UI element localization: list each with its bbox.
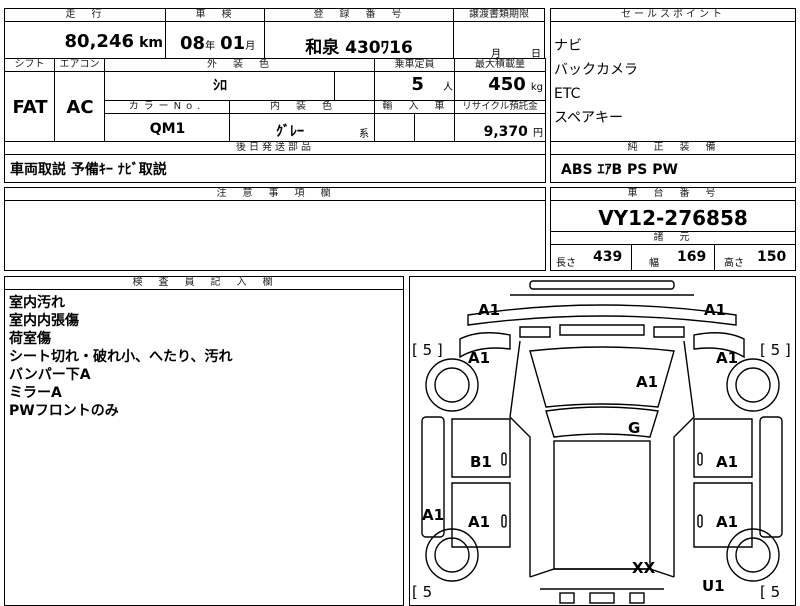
inspection-header: 車 検 bbox=[166, 9, 264, 22]
oem-equipment-box: 純 正 装 備 ABS ｴｱB PS PW bbox=[550, 141, 796, 183]
sales-point-item: バックカメラ bbox=[554, 62, 638, 78]
inspection-box: 車 検 08年 01月 bbox=[165, 8, 265, 59]
interior-color-value: ｸﾞﾚｰ bbox=[276, 124, 304, 140]
inspection-value: 08年 01月 bbox=[180, 33, 255, 54]
inspector-note: 室内汚れ bbox=[9, 295, 65, 311]
spec-length: 439 bbox=[593, 249, 623, 265]
mileage-number: 80,246 bbox=[64, 31, 134, 52]
max-load-number: 450 bbox=[488, 74, 526, 95]
mark-hood: A1 bbox=[636, 373, 659, 391]
mileage-box: 走 行 80,246 km bbox=[4, 8, 166, 59]
mark-fender-right: A1 bbox=[716, 349, 739, 367]
spec-width-label: 幅 bbox=[649, 258, 659, 269]
recycle-number: 9,370 bbox=[483, 124, 528, 140]
sales-points-box: セールスポイント ナビ バックカメラ ETC スペアキー bbox=[550, 8, 796, 142]
aircon-header: エアコン bbox=[55, 59, 105, 72]
interior-color-header: 内 装 色 bbox=[230, 101, 375, 114]
mark-quarter-right: U1 bbox=[702, 577, 725, 595]
mark-windshield: G bbox=[628, 419, 641, 437]
capacity-unit: 人 bbox=[443, 82, 453, 93]
recycle-header: リサイクル預託金 bbox=[455, 101, 545, 114]
max-load-header: 最大積載量 bbox=[455, 59, 545, 72]
notes-box: 注 意 事 項 欄 bbox=[4, 187, 546, 271]
mark-front-left: A1 bbox=[478, 301, 501, 319]
exterior-color-value: ｼﾛ bbox=[213, 78, 227, 94]
mark-tire-rear-right: [ 5 bbox=[760, 583, 781, 601]
mileage-header: 走 行 bbox=[5, 9, 165, 22]
inspector-note: シート切れ・破れ小、へたり、汚れ bbox=[9, 349, 233, 365]
oem-equipment-value: ABS ｴｱB PS PW bbox=[561, 162, 678, 178]
mark-roof-rear: XX bbox=[632, 559, 656, 577]
sales-point-item: スペアキー bbox=[554, 110, 624, 126]
spec-length-label: 長さ bbox=[556, 258, 576, 269]
spec-height-label: 高さ bbox=[724, 258, 744, 269]
capacity-value: 5 人 bbox=[375, 74, 453, 95]
recycle-value: 9,370 円 bbox=[455, 121, 543, 140]
chassis-header: 車 台 番 号 bbox=[551, 188, 795, 201]
mark-front-right: A1 bbox=[704, 301, 727, 319]
mark-door-fl: B1 bbox=[470, 453, 492, 471]
sales-point-item: ナビ bbox=[554, 38, 582, 54]
notes-header: 注 意 事 項 欄 bbox=[5, 188, 545, 201]
mileage-value: 80,246 km bbox=[5, 31, 163, 52]
import-header: 輸 入 車 bbox=[375, 101, 455, 114]
inspector-note: 室内内張傷 bbox=[9, 313, 79, 329]
max-load-unit: kg bbox=[530, 82, 543, 93]
car-outline-diagram bbox=[421, 280, 783, 604]
inspector-note: バンパー下A bbox=[9, 367, 91, 383]
color-no-value: QM1 bbox=[149, 121, 186, 137]
car-diagram: A1 A1 [ 5 ] [ 5 ] A1 A1 A1 G B1 A1 A1 A1… bbox=[409, 276, 796, 606]
transfer-date-box: 譲渡書類期限 月 日 bbox=[453, 8, 545, 60]
interior-color-suffix: 系 bbox=[359, 129, 369, 140]
specs-header: 諸 元 bbox=[551, 231, 795, 245]
recycle-unit: 円 bbox=[533, 128, 543, 139]
accessories-header: 後日発送部品 bbox=[5, 142, 545, 155]
mileage-unit: km bbox=[139, 35, 163, 51]
mark-tire-left: [ 5 ] bbox=[412, 341, 443, 359]
inspector-note: PWフロントのみ bbox=[9, 403, 119, 419]
color-no-header: カラーNo. bbox=[105, 101, 230, 114]
oem-equipment-header: 純 正 装 備 bbox=[551, 142, 795, 155]
capacity-header: 乗車定員 bbox=[375, 59, 455, 72]
mark-tire-right: [ 5 ] bbox=[760, 341, 791, 359]
spec-height: 150 bbox=[757, 249, 787, 265]
mark-fender-left: A1 bbox=[468, 349, 491, 367]
mark-tire-rear-left: [ 5 bbox=[412, 583, 433, 601]
registration-number: 和泉 430ﾜ16 bbox=[305, 38, 413, 58]
sales-point-item: ETC bbox=[554, 86, 581, 102]
registration-header: 登 録 番 号 bbox=[265, 9, 453, 22]
chassis-box: 車 台 番 号 VY12-276858 諸 元 長さ 439 幅 169 高さ … bbox=[550, 187, 796, 271]
chassis-number: VY12-276858 bbox=[598, 206, 748, 230]
inspection-month-unit: 月 bbox=[245, 41, 256, 52]
mark-door-rr: A1 bbox=[716, 513, 739, 531]
spec-width: 169 bbox=[677, 249, 707, 265]
mark-door-fr: A1 bbox=[716, 453, 739, 471]
registration-box: 登 録 番 号 和泉 430ﾜ16 bbox=[264, 8, 454, 59]
spec-grid: シフト エアコン 外 装 色 乗車定員 最大積載量 FAT AC ｼﾛ 5 人 … bbox=[4, 58, 546, 142]
sales-points-header: セールスポイント bbox=[551, 9, 795, 22]
mark-rocker-left: A1 bbox=[422, 506, 445, 524]
inspection-year-unit: 年 bbox=[205, 41, 216, 52]
inspection-year: 08 bbox=[180, 33, 206, 54]
inspector-notes-header: 検 査 員 記 入 欄 bbox=[5, 277, 403, 290]
inspector-note: ミラーA bbox=[9, 385, 62, 401]
max-load-value: 450 kg bbox=[455, 74, 543, 95]
capacity-number: 5 bbox=[411, 74, 424, 95]
shift-header: シフト bbox=[5, 59, 55, 72]
aircon-value: AC bbox=[66, 97, 94, 118]
transfer-date-header: 譲渡書類期限 bbox=[454, 9, 544, 22]
inspector-notes-box: 検 査 員 記 入 欄 室内汚れ 室内内張傷 荷室傷 シート切れ・破れ小、へたり… bbox=[4, 276, 404, 606]
shift-value: FAT bbox=[12, 97, 48, 118]
accessories-box: 後日発送部品 車両取説 予備ｷｰ ﾅﾋﾞ取説 bbox=[4, 141, 546, 183]
inspection-month: 01 bbox=[220, 33, 246, 54]
accessories-value: 車両取説 予備ｷｰ ﾅﾋﾞ取説 bbox=[10, 162, 167, 178]
inspector-note: 荷室傷 bbox=[9, 331, 51, 347]
mark-door-rl: A1 bbox=[468, 513, 491, 531]
